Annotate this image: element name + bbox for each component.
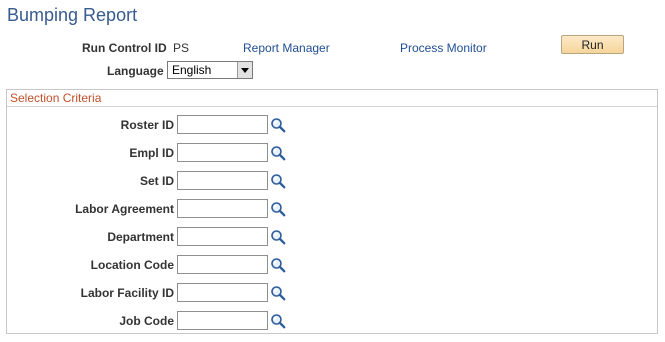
run-control-value: PS — [173, 41, 190, 55]
run-control-label: Run Control ID — [82, 41, 167, 55]
language-label: Language — [107, 64, 164, 78]
field-label: Labor Agreement — [75, 202, 174, 216]
magnifier-icon[interactable] — [270, 229, 286, 245]
criteria-row: Department — [0, 227, 300, 247]
field-label: Labor Facility ID — [80, 286, 174, 300]
field-input[interactable] — [177, 143, 268, 162]
language-select[interactable]: English — [167, 61, 253, 79]
process-monitor-link[interactable]: Process Monitor — [400, 41, 487, 55]
criteria-row: Location Code — [0, 255, 300, 275]
language-select-value: English — [172, 63, 212, 77]
group-header: Selection Criteria — [7, 90, 657, 107]
field-input[interactable] — [177, 283, 268, 302]
field-input[interactable] — [177, 311, 268, 330]
field-input[interactable] — [177, 255, 268, 274]
field-input[interactable] — [177, 115, 268, 134]
field-input[interactable] — [177, 171, 268, 190]
criteria-row: Labor Agreement — [0, 199, 300, 219]
field-label: Roster ID — [120, 118, 174, 132]
magnifier-icon[interactable] — [270, 117, 286, 133]
field-label: Department — [107, 230, 174, 244]
field-input[interactable] — [177, 227, 268, 246]
magnifier-icon[interactable] — [270, 173, 286, 189]
selection-criteria-title: Selection Criteria — [10, 91, 102, 105]
criteria-row: Job Code — [0, 311, 300, 331]
field-label: Set ID — [139, 174, 174, 188]
report-manager-link[interactable]: Report Manager — [243, 41, 330, 55]
field-label: Job Code — [119, 314, 174, 328]
run-button[interactable]: Run — [561, 35, 624, 54]
magnifier-icon[interactable] — [270, 313, 286, 329]
criteria-row: Empl ID — [0, 143, 300, 163]
magnifier-icon[interactable] — [270, 201, 286, 217]
criteria-row: Roster ID — [0, 115, 300, 135]
field-label: Empl ID — [129, 146, 174, 160]
field-input[interactable] — [177, 199, 268, 218]
criteria-row: Labor Facility ID — [0, 283, 300, 303]
page-title: Bumping Report — [7, 5, 138, 25]
magnifier-icon[interactable] — [270, 145, 286, 161]
criteria-row: Set ID — [0, 171, 300, 191]
field-label: Location Code — [90, 258, 174, 272]
magnifier-icon[interactable] — [270, 257, 286, 273]
magnifier-icon[interactable] — [270, 285, 286, 301]
chevron-down-icon[interactable] — [237, 62, 252, 78]
